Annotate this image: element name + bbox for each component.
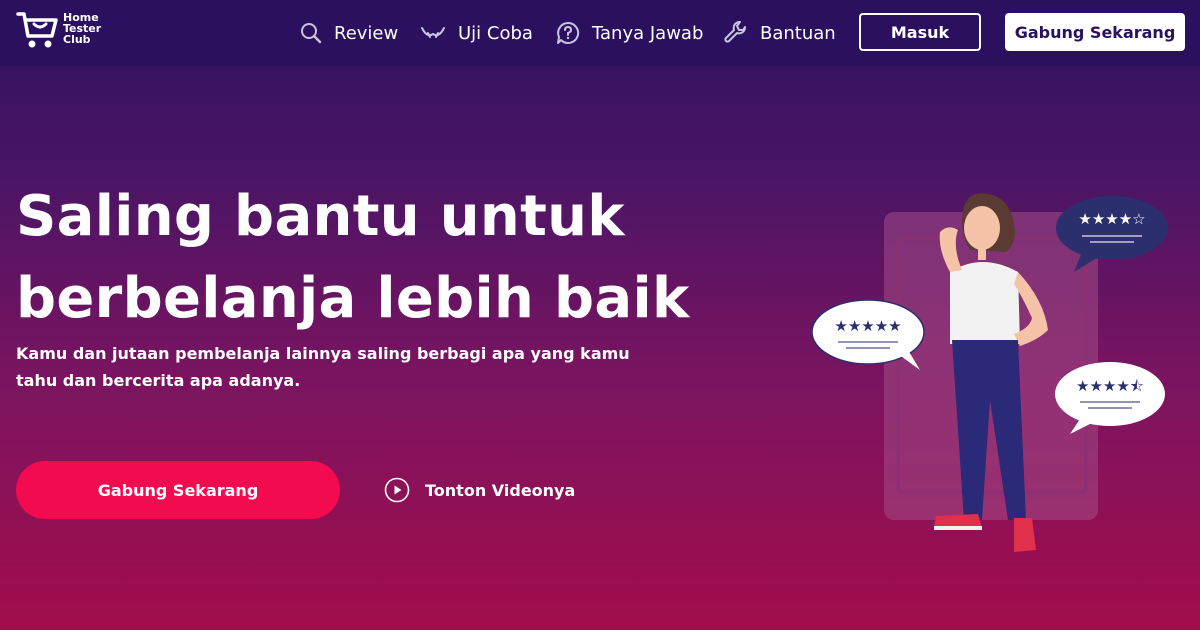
rating-bubble-5-stars: ★★★★★ xyxy=(811,299,925,370)
join-now-button-header[interactable]: Gabung Sekarang xyxy=(1005,13,1185,51)
wrench-icon xyxy=(724,21,746,43)
hero-headline-line: Saling bantu untuk xyxy=(16,184,625,249)
shopping-cart-icon xyxy=(16,12,58,48)
hero-subtext: Kamu dan jutaan pembelanja lainnya salin… xyxy=(16,344,630,390)
nav-item-label: Uji Coba xyxy=(458,22,533,44)
svg-text:★★★★★: ★★★★★ xyxy=(834,317,901,335)
login-button[interactable]: Masuk xyxy=(859,13,981,51)
svg-text:★★★★⯪: ★★★★⯪ xyxy=(1076,377,1144,395)
nav-item-bantuan[interactable]: Bantuan xyxy=(724,18,836,48)
hero-illustration: ★★★★☆ ★★★★★ ★★★★⯪ xyxy=(811,193,1168,552)
brand-name-line: Club xyxy=(63,33,91,46)
tester-icon xyxy=(421,27,445,38)
nav-item-tanya-jawab[interactable]: Tanya Jawab xyxy=(556,18,703,48)
search-icon xyxy=(301,23,322,44)
svg-text:★★★★☆: ★★★★☆ xyxy=(1078,210,1145,228)
play-circle-icon xyxy=(384,477,410,503)
watch-video-label: Tonton Videonya xyxy=(425,480,576,500)
watch-video-link[interactable]: Tonton Videonya xyxy=(384,476,575,504)
hero-headline: Saling bantu untuk berbelanja lebih baik xyxy=(16,176,716,340)
nav-item-uji-coba[interactable]: Uji Coba xyxy=(420,18,533,48)
nav-item-review[interactable]: Review xyxy=(300,18,398,48)
nav-item-label: Tanya Jawab xyxy=(592,22,704,44)
brand-name: Home Tester Club xyxy=(63,12,101,45)
nav-item-label: Bantuan xyxy=(760,22,836,44)
join-now-button-hero[interactable]: Gabung Sekarang xyxy=(16,461,340,519)
question-chat-icon xyxy=(557,21,580,44)
nav-item-label: Review xyxy=(334,22,399,44)
hero-headline-line: berbelanja lebih baik xyxy=(16,266,690,331)
top-navbar: Home Tester Club Review Uji Coba Tanya J… xyxy=(0,0,1200,66)
brand-logo[interactable]: Home Tester Club xyxy=(16,10,116,52)
